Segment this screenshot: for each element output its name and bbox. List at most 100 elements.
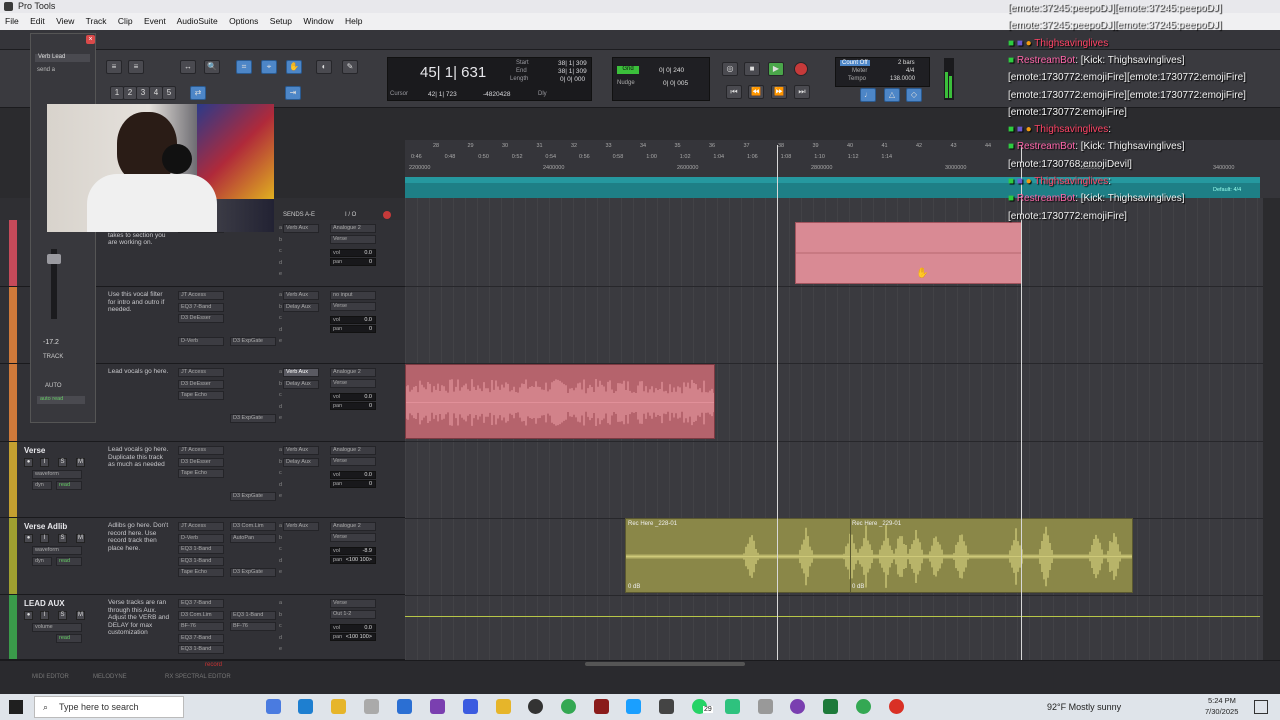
insert-slot[interactable]: Tape Echo xyxy=(178,568,224,577)
send-slot[interactable]: Verb Aux xyxy=(283,522,319,531)
slip-mode-button[interactable]: ≡ xyxy=(128,60,144,74)
track-comment[interactable]: Use this vocal filter for intro and outr… xyxy=(108,291,170,314)
midi-editor-tab[interactable]: MIDI EDITOR xyxy=(32,674,69,680)
insert-slot[interactable]: D-Verb xyxy=(178,337,224,346)
track-height-5[interactable]: 5 xyxy=(162,86,176,100)
menu-clip[interactable]: Clip xyxy=(118,16,133,26)
end-value[interactable]: 38| 1| 309 xyxy=(558,68,587,75)
track-view-select[interactable]: volume xyxy=(32,623,82,632)
send-slot[interactable]: Verb Aux xyxy=(283,291,319,300)
insert-slot[interactable]: EQ3 1-Band xyxy=(178,545,224,554)
tempo-value[interactable]: 138.0000 xyxy=(890,76,915,82)
input-monitor-button[interactable]: I xyxy=(40,534,49,543)
fast-forward-button[interactable]: ⏩ xyxy=(771,85,787,99)
mix-fader-value[interactable]: -17.2 xyxy=(43,339,59,346)
output-select[interactable]: Out 1-2 xyxy=(330,610,376,619)
send-slot[interactable]: Delay Aux xyxy=(283,302,319,312)
metronome-button[interactable]: △ xyxy=(884,88,900,102)
browser-icon[interactable] xyxy=(298,699,313,714)
track-comment[interactable]: Adlibs go here. Don't record here. Use r… xyxy=(108,522,170,552)
grid-button[interactable]: Grid xyxy=(617,66,639,74)
taskbar-search-input[interactable]: ⌕ Type here to search xyxy=(34,696,184,718)
insert-slot[interactable]: EQ3 1-Band xyxy=(178,645,224,654)
record-arm-all-icon[interactable] xyxy=(383,211,391,219)
chrome-icon-3[interactable] xyxy=(889,699,904,714)
main-counter[interactable]: 45| 1| 631 Start 38| 1| 309 End 38| 1| 3… xyxy=(387,57,592,101)
input-select[interactable]: Analogue 2 xyxy=(330,368,376,377)
selector-tool-button[interactable]: ⌖ xyxy=(261,60,277,74)
edge-icon[interactable] xyxy=(266,699,281,714)
chrome-icon-2[interactable] xyxy=(856,699,871,714)
send-slot[interactable]: Verb Aux xyxy=(283,368,319,377)
go-to-end-button[interactable]: ⏭ xyxy=(794,85,810,99)
audio-clip-pink[interactable] xyxy=(795,222,1022,284)
insert-slot[interactable]: D3 ExpGate xyxy=(230,414,276,423)
track-comment[interactable]: Lead vocals go here. Duplicate this trac… xyxy=(108,446,170,469)
app-icon-4[interactable] xyxy=(790,699,805,714)
insert-slot[interactable]: D3 ExpGate xyxy=(230,337,276,346)
mix-track-name[interactable]: Verb Lead xyxy=(35,54,90,62)
track-height-2[interactable]: 2 xyxy=(123,86,137,100)
link-timeline-button[interactable]: ⇄ xyxy=(190,86,206,100)
excel-icon[interactable] xyxy=(823,699,838,714)
input-select[interactable]: Analogue 2 xyxy=(330,446,376,455)
track-name[interactable]: Verse Adlib xyxy=(24,522,67,531)
track-height-3[interactable]: 3 xyxy=(136,86,150,100)
automation-read-select[interactable]: read xyxy=(56,481,82,490)
automation-mode-select[interactable]: auto read xyxy=(37,396,85,404)
track-header[interactable]: Verse Adlib ● I S Mwaveform dyn read Adlibs go … xyxy=(0,518,405,595)
menu-edit[interactable]: Edit xyxy=(30,16,45,26)
send-slot[interactable]: Verb Aux xyxy=(283,446,319,455)
play-button[interactable]: ▶ xyxy=(768,62,784,76)
insert-slot[interactable]: BF-76 xyxy=(178,622,224,631)
input-select[interactable]: Analogue 2 xyxy=(330,224,376,233)
lead-aux-volume-line[interactable] xyxy=(405,616,1260,617)
track-name[interactable]: Verse xyxy=(24,446,45,455)
tab-to-transients-button[interactable]: ⇥ xyxy=(285,86,301,100)
weather-widget[interactable]: 92°F Mostly sunny xyxy=(1047,702,1121,712)
outlook-icon[interactable] xyxy=(397,699,412,714)
stop-button[interactable]: ■ xyxy=(744,62,760,76)
grabber-tool-button[interactable]: ✋ xyxy=(286,60,302,74)
nudge-value[interactable]: 0| 0| 005 xyxy=(663,80,688,87)
menu-window[interactable]: Window xyxy=(303,16,333,26)
menu-setup[interactable]: Setup xyxy=(270,16,292,26)
pan-field[interactable]: pan 0 xyxy=(330,402,376,410)
solo-button[interactable]: S xyxy=(58,611,67,620)
input-select[interactable]: no input xyxy=(330,291,376,300)
return-to-zero-button[interactable]: ⏮ xyxy=(726,85,742,99)
output-select[interactable]: Verse xyxy=(330,302,376,311)
volume-field[interactable]: vol 0.0 xyxy=(330,249,376,257)
horizontal-scrollbar[interactable] xyxy=(585,662,745,666)
clock-time[interactable]: 5:24 PM xyxy=(1208,696,1236,705)
pan-field[interactable]: pan 0 xyxy=(330,325,376,333)
track-header[interactable]: LEAD AUX ● I S Mvolume read Verse tracks are r… xyxy=(0,595,405,660)
send-slot[interactable]: Delay Aux xyxy=(283,457,319,467)
insert-slot[interactable]: EQ3 1-Band xyxy=(230,610,276,620)
track-height-4[interactable]: 4 xyxy=(149,86,163,100)
send-slot[interactable]: Verb Aux xyxy=(283,224,319,233)
output-select[interactable]: Verse xyxy=(330,379,376,388)
length-value[interactable]: 0| 0| 000 xyxy=(560,76,585,83)
rx-spectral-editor-tab[interactable]: RX SPECTRAL EDITOR xyxy=(165,674,231,680)
adlib-clip[interactable]: Rec Here _228-01 Rec Here _229-01 0 dB 0… xyxy=(625,518,1133,593)
mute-button[interactable]: M xyxy=(76,611,85,620)
zoom-toggle-button[interactable]: ↔ xyxy=(180,60,196,74)
start-value[interactable]: 38| 1| 309 xyxy=(558,60,587,67)
delay-label[interactable]: Dly xyxy=(538,91,547,97)
track-header[interactable]: Verse ● I S Mwaveform dyn read Lead vocals go h… xyxy=(0,442,405,518)
output-select[interactable]: Verse xyxy=(330,235,376,244)
insert-slot[interactable]: BF-76 xyxy=(230,622,276,631)
rewind-button[interactable]: ⏪ xyxy=(748,85,764,99)
menu-audiosuite[interactable]: AudioSuite xyxy=(177,16,218,26)
playhead[interactable] xyxy=(777,145,778,660)
insert-slot[interactable]: EQ3 7-Band xyxy=(178,302,224,312)
insert-slot[interactable]: D3 ExpGate xyxy=(230,568,276,577)
insert-slot[interactable]: D-Verb xyxy=(178,533,224,543)
pan-field[interactable]: pan <100 100> xyxy=(330,633,376,641)
dyn-select[interactable]: dyn xyxy=(32,557,52,566)
notification-center-icon[interactable] xyxy=(1254,700,1268,714)
volume-field[interactable]: vol 0.0 xyxy=(330,624,376,632)
insert-slot[interactable]: AutoPan xyxy=(230,533,276,543)
nudge-label[interactable]: Nudge xyxy=(617,80,635,86)
